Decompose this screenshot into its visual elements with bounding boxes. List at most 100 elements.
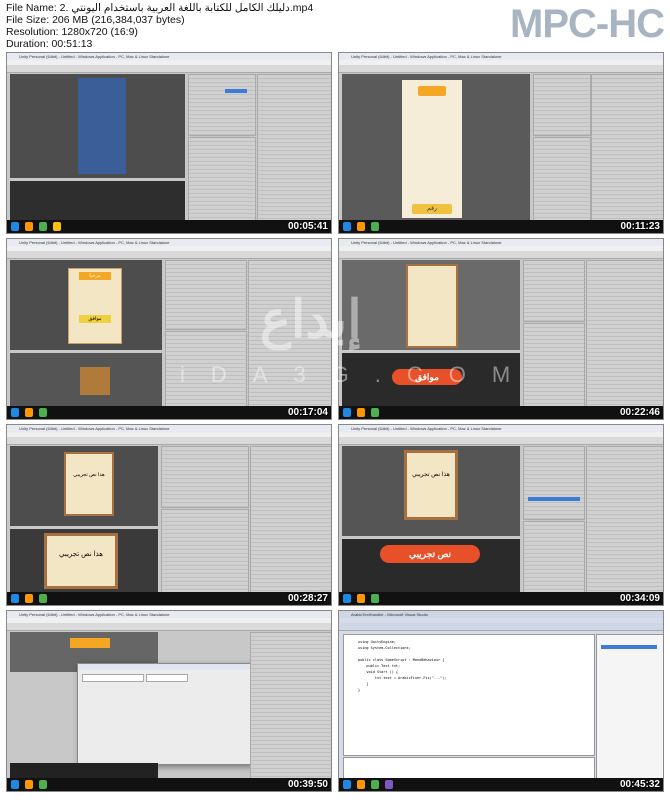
toolbar[interactable] xyxy=(7,437,331,445)
project-panel[interactable] xyxy=(161,509,249,596)
chrome-icon[interactable] xyxy=(39,408,47,417)
title-bar xyxy=(70,638,110,648)
scene-view[interactable]: هذا نص تجريبي xyxy=(342,446,520,536)
game-dialog: هذا نص تجريبي xyxy=(44,533,118,589)
start-icon[interactable] xyxy=(11,780,19,789)
firefox-icon[interactable] xyxy=(25,222,33,231)
firefox-icon[interactable] xyxy=(357,408,365,417)
hierarchy-panel[interactable] xyxy=(161,446,249,508)
timestamp: 00:05:41 xyxy=(287,221,328,232)
start-icon[interactable] xyxy=(11,594,19,603)
firefox-icon[interactable] xyxy=(25,780,33,789)
text-input[interactable] xyxy=(82,674,144,682)
project-panel[interactable] xyxy=(523,521,585,596)
code-editor[interactable]: using UnityEngine; using System.Collecti… xyxy=(343,634,595,756)
game-button: رقم xyxy=(412,204,452,214)
start-icon[interactable] xyxy=(343,594,351,603)
inspector-panel[interactable] xyxy=(591,74,663,224)
toolbar[interactable] xyxy=(339,251,663,259)
chrome-icon[interactable] xyxy=(371,594,379,603)
game-view: موافق xyxy=(342,353,520,408)
thumbnail-7[interactable]: Unity Personal (64bit) - Untitled - Wind… xyxy=(6,610,332,792)
taskbar xyxy=(7,406,331,419)
solution-explorer[interactable] xyxy=(596,634,663,782)
window-title: Unity Personal (64bit) - Untitled - Wind… xyxy=(339,53,663,60)
taskbar xyxy=(339,592,663,605)
window-title: Unity Personal (64bit) - Untitled - Wind… xyxy=(339,239,663,246)
project-panel[interactable] xyxy=(533,137,591,224)
thumbnail-8[interactable]: ArabicTextHandler - Microsoft Visual Stu… xyxy=(338,610,664,792)
firefox-icon[interactable] xyxy=(357,222,365,231)
start-icon[interactable] xyxy=(343,222,351,231)
timestamp: 00:28:27 xyxy=(287,593,328,604)
project-panel[interactable] xyxy=(523,323,585,410)
inspector-panel[interactable] xyxy=(250,632,331,782)
timestamp: 00:22:46 xyxy=(619,407,660,418)
chrome-icon[interactable] xyxy=(39,222,47,231)
start-icon[interactable] xyxy=(343,408,351,417)
scene-view[interactable]: مرحبا موافق xyxy=(10,260,162,350)
window-title: Unity Personal (64bit) - Untitled - Wind… xyxy=(339,425,663,432)
taskbar xyxy=(339,220,663,233)
scene-view[interactable] xyxy=(10,74,185,178)
firefox-icon[interactable] xyxy=(25,408,33,417)
chrome-icon[interactable] xyxy=(39,780,47,789)
game-view: نص تجريبي xyxy=(342,539,520,594)
toolbar[interactable] xyxy=(7,65,331,73)
thumbnail-4[interactable]: Unity Personal (64bit) - Untitled - Wind… xyxy=(338,238,664,420)
chrome-icon[interactable] xyxy=(39,594,47,603)
selected-item xyxy=(601,645,657,649)
card-button: موافق xyxy=(79,315,111,323)
chrome-icon[interactable] xyxy=(371,222,379,231)
scene-view[interactable] xyxy=(342,260,520,350)
firefox-icon[interactable] xyxy=(357,594,365,603)
text-output[interactable] xyxy=(146,674,188,682)
timestamp: 00:17:04 xyxy=(287,407,328,418)
selected-item xyxy=(225,89,247,93)
inspector-panel[interactable] xyxy=(257,74,331,224)
toolbar[interactable] xyxy=(339,623,663,631)
chrome-icon[interactable] xyxy=(371,408,379,417)
toolbar[interactable] xyxy=(7,623,331,631)
scene-view[interactable]: هذا نص تجريبي xyxy=(10,446,158,526)
inspector-panel[interactable] xyxy=(586,446,663,596)
hierarchy-panel[interactable] xyxy=(188,74,256,136)
visual-studio-icon[interactable] xyxy=(385,780,393,789)
taskbar xyxy=(339,406,663,419)
toolbar[interactable] xyxy=(7,251,331,259)
folder-icon[interactable] xyxy=(53,222,61,231)
thumbnail-3[interactable]: Unity Personal (64bit) - Untitled - Wind… xyxy=(6,238,332,420)
start-icon[interactable] xyxy=(343,780,351,789)
duration-label: Duration: 00:51:13 xyxy=(6,38,93,50)
inspector-panel[interactable] xyxy=(248,260,331,410)
project-panel[interactable] xyxy=(188,137,256,224)
toolbar[interactable] xyxy=(339,437,663,445)
thumbnail-2[interactable]: Unity Personal (64bit) - Untitled - Wind… xyxy=(338,52,664,234)
hierarchy-panel[interactable] xyxy=(523,446,585,520)
firefox-icon[interactable] xyxy=(25,594,33,603)
hierarchy-panel[interactable] xyxy=(523,260,585,322)
game-preview xyxy=(80,367,110,395)
inspector-panel[interactable] xyxy=(586,260,663,410)
window-title: Unity Personal (64bit) - Untitled - Wind… xyxy=(7,425,331,432)
toolbar[interactable] xyxy=(339,65,663,73)
timestamp: 00:11:23 xyxy=(620,221,660,232)
start-icon[interactable] xyxy=(11,222,19,231)
project-panel[interactable] xyxy=(165,331,247,410)
file-name-label: File Name: 2. دليلك الكامل للكتابة باللغ… xyxy=(6,2,314,14)
hierarchy-panel[interactable] xyxy=(165,260,247,330)
card-title: مرحبا xyxy=(79,272,111,280)
selected-item xyxy=(528,497,580,501)
thumbnail-6[interactable]: Unity Personal (64bit) - Untitled - Wind… xyxy=(338,424,664,606)
chrome-icon[interactable] xyxy=(371,780,379,789)
hierarchy-panel[interactable] xyxy=(533,74,591,136)
firefox-icon[interactable] xyxy=(357,780,365,789)
file-size-label: File Size: 206 MB (216,384,037 bytes) xyxy=(6,14,185,26)
start-icon[interactable] xyxy=(11,408,19,417)
thumbnail-1[interactable]: Unity Personal (64bit) - Untitled - Wind… xyxy=(6,52,332,234)
window-title: Unity Personal (64bit) - Untitled - Wind… xyxy=(7,239,331,246)
timestamp: 00:45:32 xyxy=(619,779,660,790)
inspector-panel[interactable] xyxy=(250,446,331,596)
scene-view[interactable]: رقم xyxy=(342,74,530,224)
thumbnail-5[interactable]: Unity Personal (64bit) - Untitled - Wind… xyxy=(6,424,332,606)
